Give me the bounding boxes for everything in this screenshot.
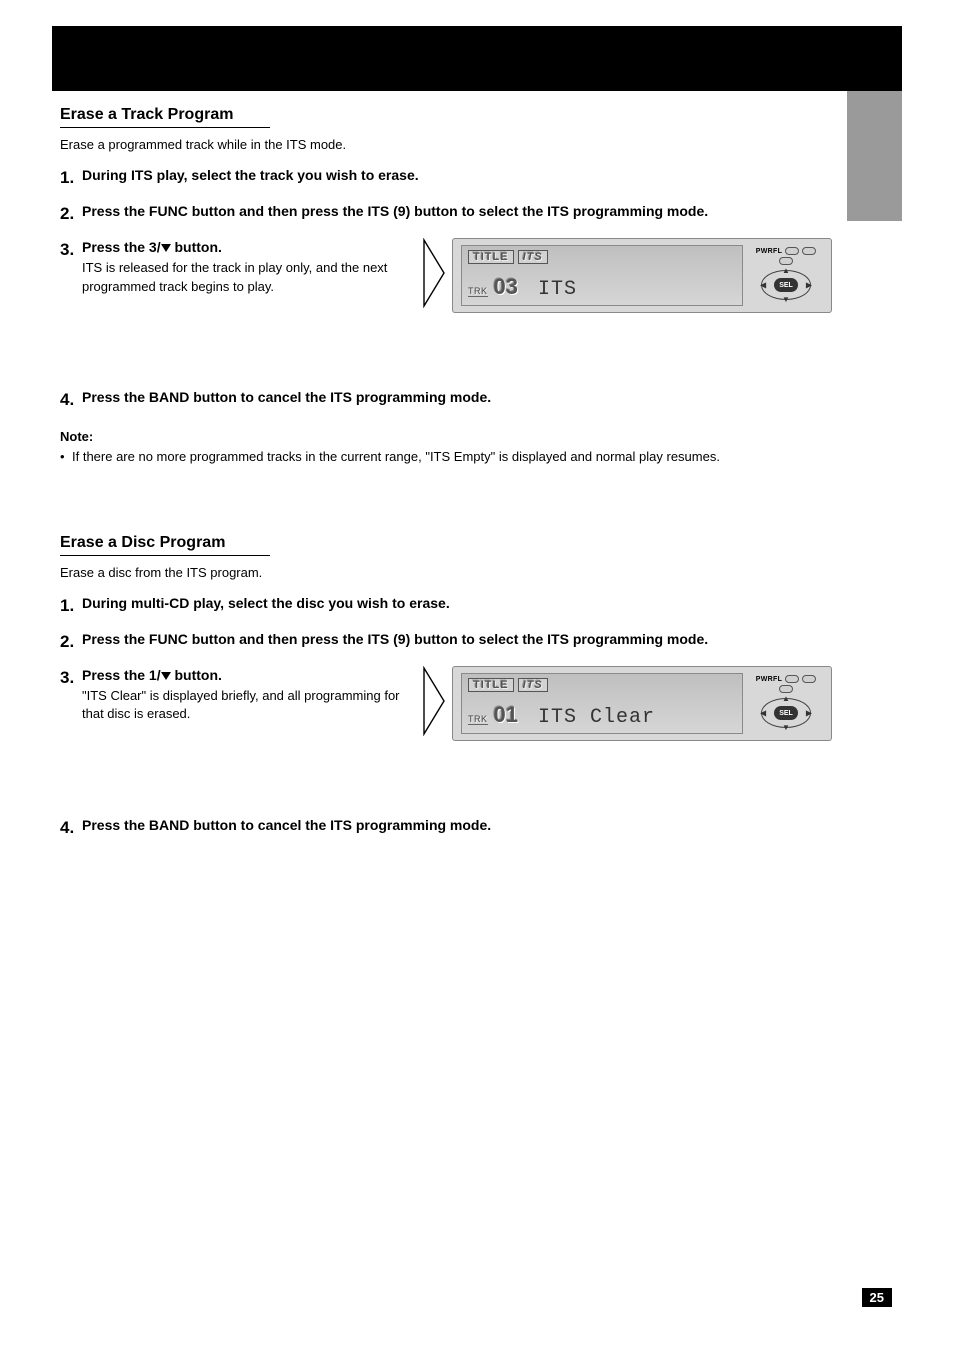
lcd-controls: PWRFL ▲ ▼ ◀ ▶ SEL <box>743 675 823 731</box>
pwrfl-button[interactable] <box>785 675 799 683</box>
lcd-main-text: ITS Clear <box>538 706 655 729</box>
step-number: 3. <box>60 238 82 262</box>
step-number: 4. <box>60 816 82 840</box>
page-number: 25 <box>862 1288 892 1307</box>
lcd-its-tab: ITS <box>518 678 548 692</box>
misc-button[interactable] <box>802 247 816 255</box>
lcd-its-tab: ITS <box>518 250 548 264</box>
dpad-left-icon[interactable]: ◀ <box>760 281 766 290</box>
lcd-trk-number: 03 <box>494 274 518 300</box>
note-label: Note: <box>60 428 874 446</box>
step-3b: 3. Press the 1/ button. "ITS Clear" is d… <box>60 666 420 724</box>
dpad-down-icon[interactable]: ▼ <box>782 295 790 304</box>
step-number: 4. <box>60 388 82 412</box>
lcd-screen: TITLE ITS TRK 01 ITS Clear <box>461 673 743 734</box>
step-text-prefix: Press the 1/ <box>82 667 161 683</box>
step-text: Press the 3/ button. <box>82 238 420 258</box>
note-bullet: • If there are no more programmed tracks… <box>60 448 874 466</box>
down-arrow-icon <box>161 672 171 680</box>
dpad-right-icon[interactable]: ▶ <box>806 281 812 290</box>
sel-button[interactable]: SEL <box>774 706 798 720</box>
lcd-trk-label: TRK <box>468 714 488 725</box>
step-subtext: "ITS Clear" is displayed briefly, and al… <box>82 687 420 723</box>
step-3b-row: 3. Press the 1/ button. "ITS Clear" is d… <box>60 666 874 736</box>
lcd-panel-its: TITLE ITS TRK 03 ITS PWRFL <box>452 238 832 313</box>
step-number: 3. <box>60 666 82 690</box>
section-intro: Erase a programmed track while in the IT… <box>60 136 874 154</box>
play-indicator-icon <box>420 666 448 736</box>
step-3-row: 3. Press the 3/ button. ITS is released … <box>60 238 874 308</box>
pwrfl-label: PWRFL <box>756 248 782 255</box>
step-text: During multi-CD play, select the disc yo… <box>82 594 874 614</box>
step-1: 1. During ITS play, select the track you… <box>60 166 874 190</box>
lcd-main-text: ITS <box>538 278 577 301</box>
dpad-up-icon[interactable]: ▲ <box>782 694 790 703</box>
step-text-suffix: button. <box>171 667 222 683</box>
section-title-erase-disc: Erase a Disc Program <box>60 534 270 556</box>
step-3: 3. Press the 3/ button. ITS is released … <box>60 238 420 296</box>
lcd-panel-its-clear: TITLE ITS TRK 01 ITS Clear PWRFL <box>452 666 832 741</box>
dpad-control[interactable]: ▲ ▼ ◀ ▶ SEL <box>758 267 814 303</box>
dpad-down-icon[interactable]: ▼ <box>782 723 790 732</box>
lcd-screen: TITLE ITS TRK 03 ITS <box>461 245 743 306</box>
step-text: Press the FUNC button and then press the… <box>82 202 874 222</box>
step-text: Press the FUNC button and then press the… <box>82 630 874 650</box>
page-content: Erase a Track Program Erase a programmed… <box>60 106 874 851</box>
misc-button-2[interactable] <box>779 257 793 265</box>
dpad-up-icon[interactable]: ▲ <box>782 266 790 275</box>
step-1b: 1. During multi-CD play, select the disc… <box>60 594 874 618</box>
pwrfl-button[interactable] <box>785 247 799 255</box>
step-text-suffix: button. <box>171 239 222 255</box>
sel-button[interactable]: SEL <box>774 278 798 292</box>
step-text: Press the 1/ button. <box>82 666 420 686</box>
step-4: 4. Press the BAND button to cancel the I… <box>60 388 874 412</box>
down-arrow-icon <box>161 244 171 252</box>
lcd-title-tab: TITLE <box>468 250 514 264</box>
section-title-erase-track: Erase a Track Program <box>60 106 270 128</box>
step-2b: 2. Press the FUNC button and then press … <box>60 630 874 654</box>
step-number: 1. <box>60 594 82 618</box>
step-text-prefix: Press the 3/ <box>82 239 161 255</box>
step-subtext: ITS is released for the track in play on… <box>82 259 420 295</box>
step-number: 2. <box>60 630 82 654</box>
lcd-title-tab: TITLE <box>468 678 514 692</box>
lcd-controls: PWRFL ▲ ▼ ◀ ▶ SEL <box>743 247 823 303</box>
step-text: During ITS play, select the track you wi… <box>82 166 874 186</box>
lcd-trk-label: TRK <box>468 286 488 297</box>
lcd-trk-number: 01 <box>494 702 518 728</box>
section-intro-2: Erase a disc from the ITS program. <box>60 564 874 582</box>
misc-button-2[interactable] <box>779 685 793 693</box>
step-number: 2. <box>60 202 82 226</box>
pwrfl-label: PWRFL <box>756 676 782 683</box>
play-indicator-icon <box>420 238 448 308</box>
step-text: Press the BAND button to cancel the ITS … <box>82 388 874 408</box>
dpad-control[interactable]: ▲ ▼ ◀ ▶ SEL <box>758 695 814 731</box>
dpad-right-icon[interactable]: ▶ <box>806 709 812 718</box>
note-text: If there are no more programmed tracks i… <box>72 448 720 466</box>
bullet-icon: • <box>60 448 72 466</box>
header-black-bar <box>52 26 902 91</box>
note-block: Note: • If there are no more programmed … <box>60 428 874 466</box>
step-4b: 4. Press the BAND button to cancel the I… <box>60 816 874 840</box>
step-2: 2. Press the FUNC button and then press … <box>60 202 874 226</box>
step-text: Press the BAND button to cancel the ITS … <box>82 816 874 836</box>
misc-button[interactable] <box>802 675 816 683</box>
dpad-left-icon[interactable]: ◀ <box>760 709 766 718</box>
step-number: 1. <box>60 166 82 190</box>
